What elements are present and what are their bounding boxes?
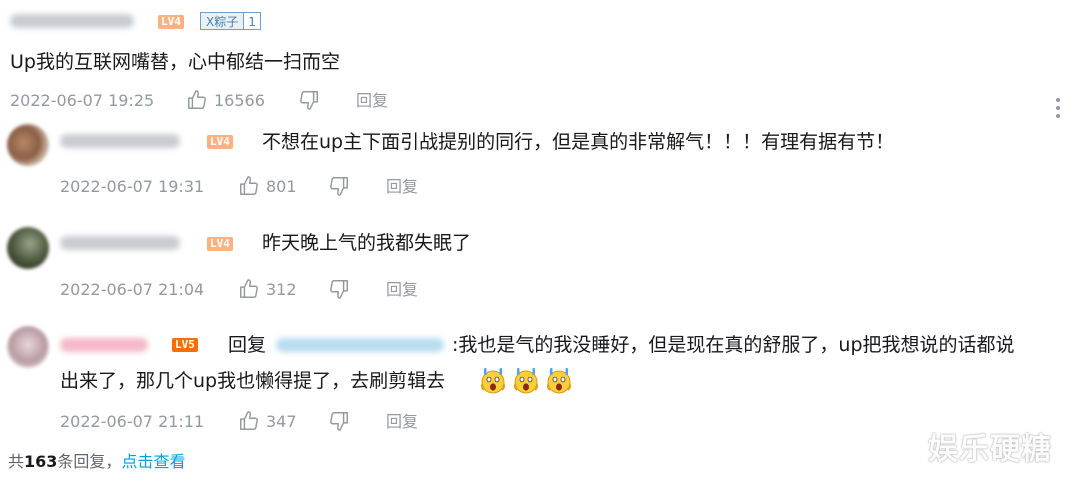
fan-medal-level: 1 <box>243 13 260 29</box>
reply-text-continued: 出来了，那几个up我也懒得提了，去刷剪辑去 <box>60 370 446 392</box>
avatar[interactable] <box>7 326 49 368</box>
level-badge: LV4 <box>158 15 184 29</box>
reply-button[interactable]: 回复 <box>386 412 418 432</box>
reply-summary-prefix: 共 <box>8 452 25 471</box>
reply-time: 2022-06-07 19:31 <box>60 177 205 196</box>
reply-button[interactable]: 回复 <box>386 280 418 300</box>
like-count: 16566 <box>214 91 265 110</box>
level-badge: LV4 <box>207 135 233 149</box>
like-count: 312 <box>266 280 297 299</box>
like-count: 347 <box>266 412 297 431</box>
reply-button[interactable]: 回复 <box>386 177 418 197</box>
scream-emoji <box>481 368 505 394</box>
reply-text: :我也是气的我没睡好，但是现在真的舒服了，up把我想说的话都说 <box>452 334 1015 356</box>
username-blurred[interactable] <box>10 14 134 28</box>
fan-medal-name: X粽子 <box>201 13 244 29</box>
level-badge: LV5 <box>172 338 198 352</box>
comment-time: 2022-06-07 19:25 <box>10 91 155 110</box>
thumbs-up-icon[interactable] <box>238 410 260 432</box>
more-options-icon[interactable] <box>1054 98 1062 122</box>
reply-count: 163 <box>24 452 58 471</box>
thumbs-down-icon[interactable] <box>298 89 320 111</box>
watermark: 娱乐硬糖 <box>928 432 1052 467</box>
reply-text: 不想在up主下面引战提别的同行，但是真的非常解气！！！有理有据有节！ <box>262 131 895 153</box>
thumbs-up-icon[interactable] <box>238 278 260 300</box>
comment-text: Up我的互联网嘴替，心中郁结一扫而空 <box>10 51 340 73</box>
reply-time: 2022-06-07 21:11 <box>60 412 205 431</box>
level-badge: LV4 <box>207 237 233 251</box>
avatar[interactable] <box>7 124 49 166</box>
thumbs-up-icon[interactable] <box>186 89 208 111</box>
thumbs-down-icon[interactable] <box>328 278 350 300</box>
avatar[interactable] <box>7 227 49 269</box>
fan-medal[interactable]: X粽子 1 <box>200 12 261 30</box>
thumbs-up-icon[interactable] <box>238 175 260 197</box>
mentioned-user-blurred[interactable] <box>276 338 444 352</box>
reply-summary-suffix: 条回复， <box>57 452 122 471</box>
reply-text: 昨天晚上气的我都失眠了 <box>262 232 472 254</box>
scream-emoji <box>547 368 571 394</box>
thumbs-down-icon[interactable] <box>328 410 350 432</box>
reply-button[interactable]: 回复 <box>356 91 388 111</box>
thumbs-down-icon[interactable] <box>328 175 350 197</box>
scream-emoji <box>514 368 538 394</box>
username-blurred[interactable] <box>60 338 148 352</box>
username-blurred[interactable] <box>60 134 180 148</box>
reply-prefix: 回复 <box>228 334 267 356</box>
view-replies-link[interactable]: 点击查看 <box>121 452 185 471</box>
username-blurred[interactable] <box>60 236 180 250</box>
like-count: 801 <box>266 177 297 196</box>
reply-summary: 共163条回复，点击查看 <box>8 450 185 474</box>
reply-time: 2022-06-07 21:04 <box>60 280 205 299</box>
